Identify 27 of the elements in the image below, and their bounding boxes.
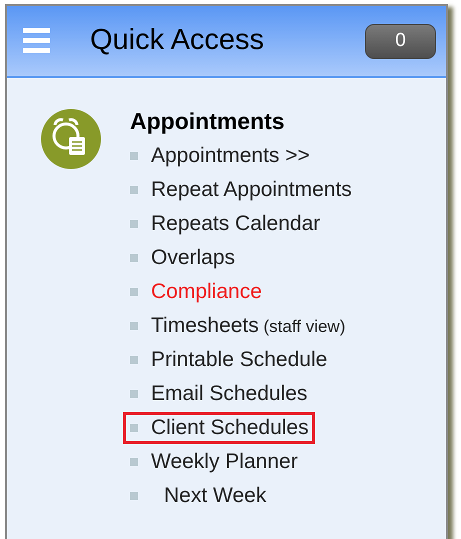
count-badge: 0 [365, 24, 436, 58]
menu-link[interactable]: Client Schedules [151, 412, 309, 444]
bullet-icon [130, 288, 138, 296]
section-title: Appointments [130, 107, 286, 136]
bullet-icon [130, 220, 138, 228]
bullet-icon [130, 492, 138, 500]
menu-link[interactable]: Email Schedules [151, 378, 308, 410]
bullet-icon [130, 186, 138, 194]
menu-link[interactable]: Overlaps [151, 242, 236, 274]
bullet-icon [130, 254, 138, 262]
menu-link[interactable]: Compliance [151, 276, 262, 308]
menu-link[interactable]: Repeat Appointments [151, 174, 352, 206]
menu-icon[interactable] [23, 28, 50, 54]
bullet-icon [130, 152, 138, 160]
menu-link[interactable]: Next Week [164, 480, 266, 512]
header-title: Quick Access [90, 23, 264, 58]
bullet-icon [130, 322, 138, 330]
bullet-icon [130, 356, 138, 364]
menu-link[interactable]: Printable Schedule [151, 344, 328, 376]
menu-link[interactable]: Appointments >> [151, 140, 310, 172]
bullet-icon [130, 424, 138, 432]
bullet-icon [130, 458, 138, 466]
alarm-clock-icon [40, 109, 100, 169]
menu-link[interactable]: Timesheets (staff view) [151, 310, 346, 342]
menu-link[interactable]: Repeats Calendar [151, 208, 320, 240]
menu-link[interactable]: Weekly Planner [151, 446, 298, 478]
bullet-icon [130, 390, 138, 398]
